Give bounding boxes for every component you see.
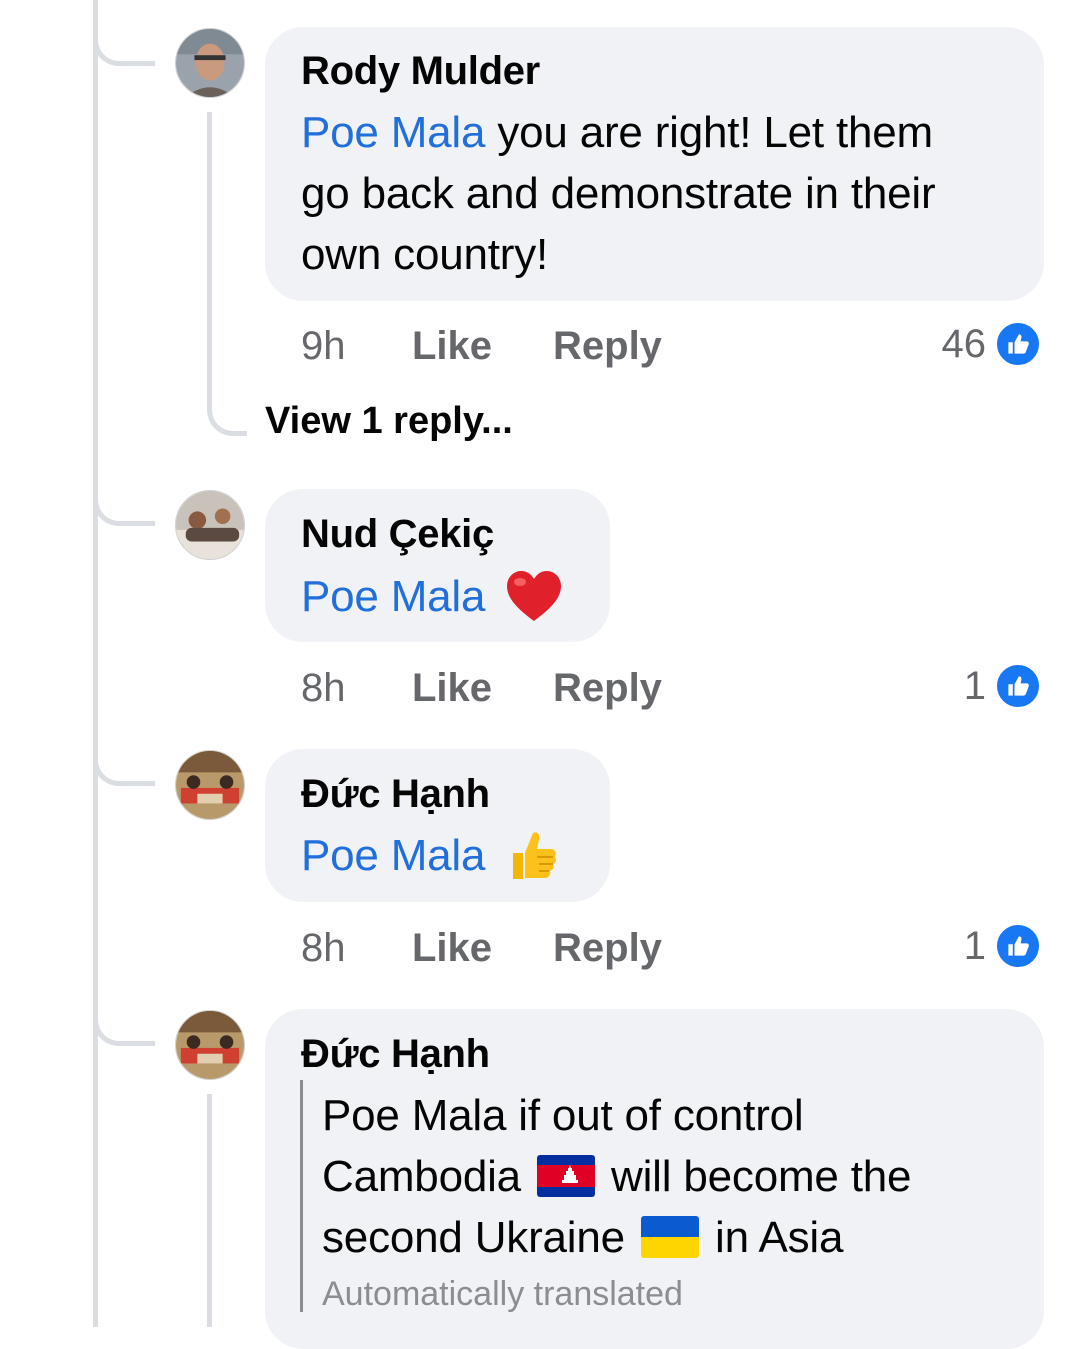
thread-branch-3 — [93, 720, 155, 786]
comment-author[interactable]: Đức Hạnh — [301, 770, 490, 818]
reply-thread-line-1 — [207, 112, 247, 436]
thumbs-up-emoji — [513, 832, 557, 880]
avatar-photo — [176, 751, 244, 819]
comment-text-part: will become the — [611, 1152, 912, 1201]
comment-text-line: you are right! Let them — [497, 108, 933, 157]
reaction-count[interactable]: 1 — [906, 922, 986, 970]
translation-note[interactable]: Automatically translated — [322, 1274, 683, 1314]
thread-branch-1 — [93, 0, 155, 66]
comment-text: Poe Mala you are right! Let them — [301, 102, 933, 163]
comment-text-line: go back and demonstrate in their — [301, 169, 936, 218]
comment-text: Poe Mala — [301, 566, 563, 627]
comment-author[interactable]: Rody Mulder — [301, 47, 540, 95]
mention-link[interactable]: Poe Mala — [301, 108, 485, 157]
comment-author[interactable]: Nud Çekiç — [301, 510, 494, 558]
comment-timestamp[interactable]: 8h — [301, 664, 346, 712]
comment-text-part: in Asia — [715, 1213, 844, 1262]
avatar[interactable] — [175, 28, 245, 98]
comment-text-line: own country! — [301, 230, 549, 279]
like-reaction-icon[interactable] — [994, 320, 1042, 368]
avatar[interactable] — [175, 490, 245, 560]
reply-button[interactable]: Reply — [553, 322, 662, 370]
ukraine-flag-icon — [640, 1216, 699, 1259]
mention-link[interactable]: Poe Mala — [301, 572, 485, 621]
like-button[interactable]: Like — [412, 924, 492, 972]
cambodia-flag-icon — [537, 1155, 595, 1198]
comment-author[interactable]: Đức Hạnh — [301, 1030, 490, 1078]
avatar-photo — [176, 29, 244, 97]
thread-branch-4 — [93, 980, 155, 1046]
comment-timestamp[interactable]: 8h — [301, 924, 346, 972]
like-reaction-icon[interactable] — [994, 662, 1042, 710]
comment-text-part: Cambodia — [322, 1152, 521, 1201]
comment-timestamp[interactable]: 9h — [301, 322, 346, 370]
reaction-count[interactable]: 1 — [906, 662, 986, 710]
comment-text: Cambodia will become the — [322, 1146, 911, 1207]
avatar[interactable] — [175, 1010, 245, 1080]
comment-text-line: Poe Mala if out of control — [322, 1091, 804, 1140]
thread-line-main — [93, 0, 98, 1327]
reply-button[interactable]: Reply — [553, 924, 662, 972]
like-button[interactable]: Like — [412, 664, 492, 712]
reaction-count[interactable]: 46 — [906, 320, 987, 368]
avatar-photo — [176, 1011, 244, 1079]
reply-thread-line-2 — [207, 1094, 212, 1327]
comment-text: second Ukraine in Asia — [322, 1207, 843, 1268]
like-reaction-icon[interactable] — [994, 922, 1042, 970]
reply-button[interactable]: Reply — [553, 664, 662, 712]
thread-branch-2 — [93, 460, 155, 526]
translation-quote-bar — [300, 1080, 303, 1312]
like-button[interactable]: Like — [412, 322, 492, 370]
avatar[interactable] — [175, 750, 245, 820]
comment-text: Poe Mala — [301, 825, 557, 886]
heart-emoji — [507, 571, 562, 622]
avatar-photo — [176, 491, 244, 559]
view-replies-link[interactable]: View 1 reply... — [265, 398, 513, 444]
mention-link[interactable]: Poe Mala — [301, 831, 485, 880]
comment-text-part: second Ukraine — [322, 1213, 625, 1262]
